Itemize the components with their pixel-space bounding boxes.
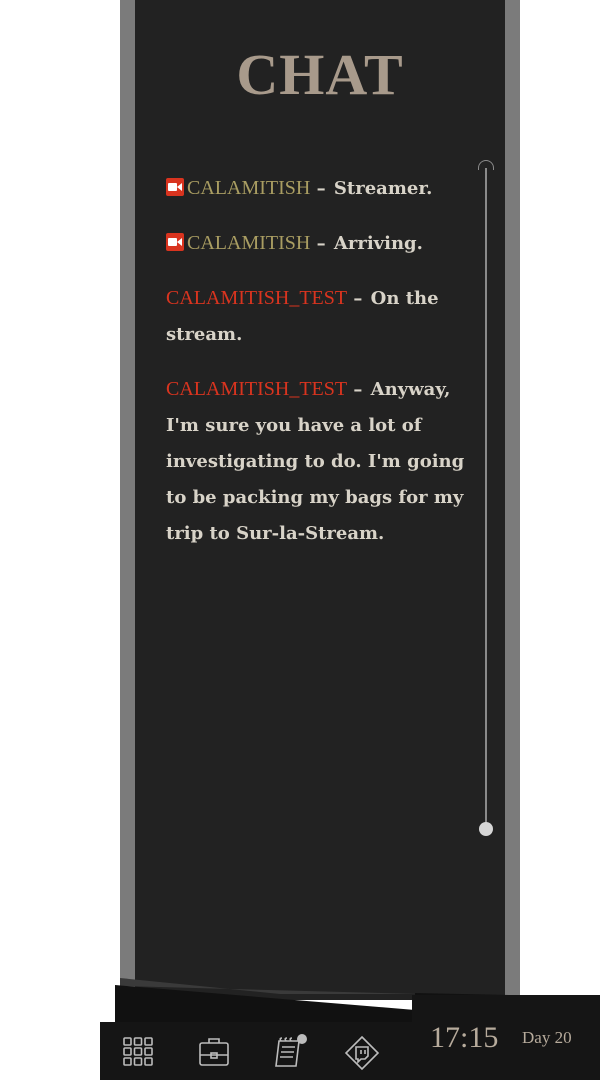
menu-grid-button[interactable] bbox=[122, 1035, 156, 1069]
game-clock: 17:15 bbox=[430, 1021, 499, 1054]
chat-message: CALAMITISH – Streamer. bbox=[166, 170, 478, 207]
day-counter: Day 20 bbox=[522, 1028, 572, 1047]
message-author[interactable]: CALAMITISH_TEST bbox=[166, 287, 347, 309]
chat-message: CALAMITISH_TEST – On the stream. bbox=[166, 280, 478, 353]
chat-message: CALAMITISH – Arriving. bbox=[166, 225, 478, 262]
message-separator: – bbox=[316, 233, 326, 254]
briefcase-icon bbox=[199, 1038, 229, 1066]
scrollbar-thumb[interactable] bbox=[479, 822, 493, 836]
message-separator: – bbox=[353, 288, 363, 309]
camera-icon bbox=[166, 178, 184, 196]
message-text: Arriving. bbox=[333, 233, 423, 254]
stream-diamond-icon bbox=[344, 1035, 380, 1071]
chat-message: CALAMITISH_TEST – Anyway, I'm sure you h… bbox=[166, 371, 478, 552]
message-author[interactable]: CALAMITISH bbox=[187, 177, 310, 199]
notification-dot bbox=[297, 1034, 307, 1044]
chat-message-list[interactable]: CALAMITISH – Streamer. CALAMITISH – Arri… bbox=[166, 170, 478, 570]
message-author[interactable]: CALAMITISH bbox=[187, 232, 310, 254]
message-author[interactable]: CALAMITISH_TEST bbox=[166, 378, 347, 400]
message-separator: – bbox=[353, 379, 363, 400]
game-screen: CHAT CALAMITISH – Streamer. CALAMITISH –… bbox=[0, 0, 600, 1080]
message-separator: – bbox=[316, 178, 326, 199]
inventory-button[interactable] bbox=[197, 1035, 231, 1069]
message-text: Anyway, I'm sure you have a lot of inves… bbox=[166, 379, 465, 544]
grid-icon bbox=[123, 1037, 153, 1066]
scrollbar-track[interactable] bbox=[485, 168, 487, 829]
message-text: Streamer. bbox=[333, 178, 433, 199]
chat-title: CHAT bbox=[236, 42, 404, 107]
stream-button[interactable] bbox=[344, 1035, 380, 1071]
camera-icon bbox=[166, 233, 184, 251]
